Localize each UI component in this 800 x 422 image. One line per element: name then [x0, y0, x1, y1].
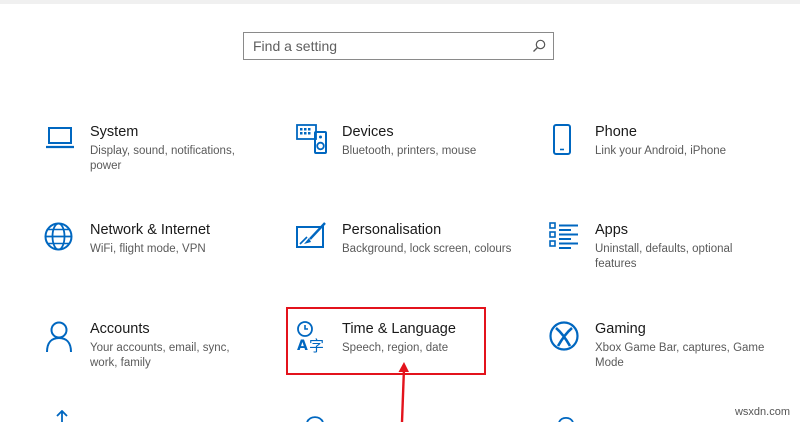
search-input[interactable]	[244, 33, 533, 59]
tile-accounts[interactable]: Accounts Your accounts, email, sync, wor…	[44, 321, 274, 391]
tile-title: Network & Internet	[90, 222, 211, 238]
globe-icon	[44, 222, 76, 254]
tile-title: Gaming	[595, 321, 646, 337]
highlight-box	[286, 307, 486, 375]
tile-description: WiFi, flight mode, VPN	[90, 243, 206, 255]
tile-devices[interactable]: Devices Bluetooth, printers, mouse	[296, 124, 526, 194]
search-icon[interactable]	[531, 38, 547, 54]
tile-description: Display, sound, notifications, power	[90, 145, 235, 172]
tile-title: Apps	[595, 222, 629, 238]
tile-title: System	[90, 124, 139, 140]
xbox-icon	[549, 321, 581, 353]
tile-description: Uninstall, defaults, optional features	[595, 243, 733, 270]
tile-description: Link your Android, iPhone	[595, 145, 727, 157]
peek-icon-left	[56, 410, 68, 422]
person-icon	[44, 321, 76, 353]
top-edge	[0, 0, 800, 4]
tile-apps[interactable]: Apps Uninstall, defaults, optional featu…	[549, 222, 779, 292]
keyboard-speaker-icon	[296, 124, 328, 156]
paint-brush-icon	[296, 222, 328, 254]
settings-home: System Display, sound, notifications, po…	[0, 0, 800, 422]
tile-network[interactable]: Network & Internet WiFi, flight mode, VP…	[44, 222, 274, 292]
phone-icon	[549, 124, 581, 156]
watermark: wsxdn.com	[734, 406, 790, 418]
apps-list-icon	[549, 222, 581, 254]
tile-personalisation[interactable]: Personalisation Background, lock screen,…	[296, 222, 526, 292]
red-arrow-icon	[398, 362, 409, 422]
peek-icon-right	[558, 416, 574, 422]
tile-description: Your accounts, email, sync, work, family	[90, 342, 230, 369]
tile-title: Phone	[595, 124, 637, 140]
tile-title: Devices	[342, 124, 394, 140]
tile-description: Bluetooth, printers, mouse	[342, 145, 477, 157]
tile-system[interactable]: System Display, sound, notifications, po…	[44, 124, 274, 194]
tile-title: Accounts	[90, 321, 150, 337]
peek-icon-middle	[306, 416, 324, 422]
search-box[interactable]	[243, 32, 554, 60]
tile-description: Xbox Game Bar, captures, Game Mode	[595, 342, 765, 369]
tile-description: Background, lock screen, colours	[342, 243, 512, 255]
laptop-icon	[44, 124, 76, 156]
tile-title: Personalisation	[342, 222, 442, 238]
tile-gaming[interactable]: Gaming Xbox Game Bar, captures, Game Mod…	[549, 321, 779, 391]
tile-phone[interactable]: Phone Link your Android, iPhone	[549, 124, 779, 194]
